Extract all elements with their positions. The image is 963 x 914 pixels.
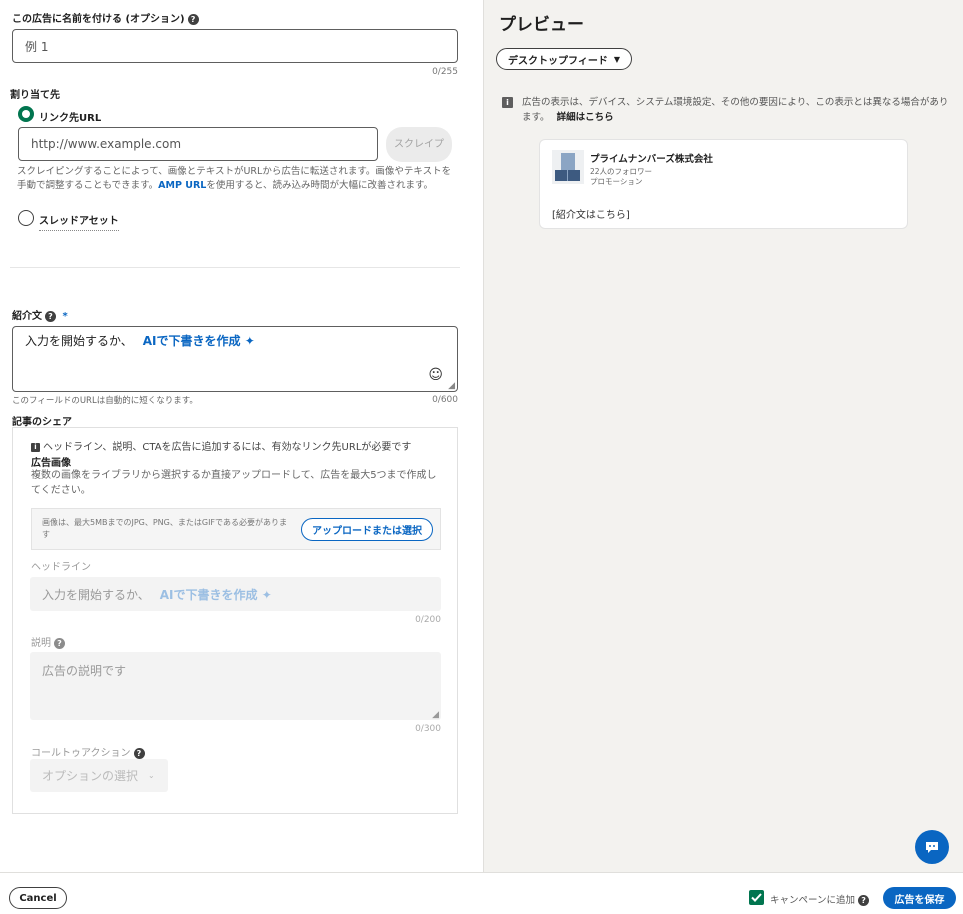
scrape-help-text: スクレイピングすることによって、画像とテキストがURLから広告に転送されます。画… [17,165,457,193]
intro-text-placeholder: [紹介文はこちら] [552,210,630,221]
cancel-button[interactable]: Cancel [9,887,67,909]
headline-label: ヘッドライン [31,562,91,573]
help-icon[interactable]: ? [54,637,65,649]
resize-handle-icon[interactable]: ◢ [432,710,439,720]
intro-placeholder: 入力を開始するか、 [25,334,133,348]
description-placeholder: 広告の説明です [42,664,127,678]
ad-name-label: この広告に名前を付ける (オプション)? [12,10,199,25]
feed-select[interactable]: デスクトップフィード ▼ [496,48,632,70]
help-icon[interactable]: ? [858,895,870,906]
ad-name-counter: 0/255 [432,67,458,77]
ad-images-help: 複数の画像をライブラリから選択するか直接アップロードして、広告を最大5つまで作成… [31,470,437,496]
required-mark: * [62,311,68,322]
destination-label: 割り当て先 [10,90,60,101]
article-share-info: i ヘッドライン、説明、CTAを広告に追加するには、有効なリンク先URLが必要です [31,438,411,453]
radio-thread-asset[interactable] [18,210,34,226]
scrape-help-part2: を使用すると、読み込み時間が大幅に改善されます。 [206,180,434,191]
upload-area: 画像は、最大5MBまでのJPG、PNG、またはGIFである必要があります アップ… [31,508,441,550]
headline-counter: 0/200 [415,615,441,625]
article-share-panel: i ヘッドライン、説明、CTAを広告に追加するには、有効なリンク先URLが必要です… [12,427,458,814]
description-label-text: 説明 [31,638,51,649]
cta-placeholder: オプションの選択 [42,769,139,783]
intro-counter: 0/600 [432,395,458,405]
company-name: プライムナンバーズ株式会社 [590,154,713,165]
headline-input[interactable]: 入力を開始するか、 AIで下書きを作成 ✦ [30,577,441,611]
scrape-button[interactable]: スクレイプ [386,127,452,162]
caret-down-icon: ▼ [613,54,620,64]
info-icon: i [31,442,40,452]
url-input[interactable]: http://www.example.com [18,127,378,161]
add-to-campaign-text: キャンペーンに追加 [770,895,856,906]
add-to-campaign-checkbox[interactable] [749,890,764,905]
description-counter: 0/300 [415,724,441,734]
emoji-icon[interactable]: ☺ [428,367,443,383]
ad-images-label: 広告画像 [31,458,71,469]
article-share-info-text: ヘッドライン、説明、CTAを広告に追加するには、有効なリンク先URLが必要です [43,442,412,453]
preview-title: プレビュー [499,15,584,35]
checkmark-icon [751,893,762,902]
thread-asset-option-label: スレッドアセット [39,212,119,231]
help-icon[interactable]: ? [187,13,199,25]
promoted-label: プロモーション [590,177,643,186]
help-icon[interactable]: ? [133,747,145,759]
save-ad-button[interactable]: 広告を保存 [883,887,956,909]
help-icon[interactable]: ? [45,310,56,322]
footer-bar: Cancel キャンペーンに追加? 広告を保存 [0,872,963,914]
intro-textarea[interactable]: 入力を開始するか、 AIで下書きを作成 ✦ ☺ ◢ [12,326,458,392]
resize-handle-icon[interactable]: ◢ [448,381,455,391]
ad-form: この広告に名前を付ける (オプション)? 例 1 0/255 割り当て先 リンク… [0,0,483,872]
link-url-option-label: リンク先URL [39,113,102,124]
description-label: 説明? [31,634,65,649]
campaign-ad-editor: この広告に名前を付ける (オプション)? 例 1 0/255 割り当て先 リンク… [0,0,963,914]
headline-placeholder: 入力を開始するか、 [42,587,150,602]
preview-pane: プレビュー デスクトップフィード ▼ i 広告の表示は、デバイス、システム環境設… [483,0,963,872]
chevron-down-icon: ⌄ [148,771,155,780]
upload-button[interactable]: アップロードまたは選択 [301,518,433,541]
amp-url-link[interactable]: AMP URL [158,180,206,191]
cta-label: コールトゥアクション? [31,744,145,759]
intro-help-text: このフィールドのURLは自動的に短くなります。 [12,396,198,406]
upload-help: 画像は、最大5MBまでのJPG、PNG、またはGIFである必要があります [42,518,287,539]
cta-label-text: コールトゥアクション [31,748,131,759]
ai-draft-link[interactable]: AIで下書きを作成 ✦ [143,332,255,349]
ad-name-label-text: この広告に名前を付ける (オプション) [12,14,185,25]
company-logo [552,150,584,184]
preview-notice: i 広告の表示は、デバイス、システム環境設定、その他の要因により、この表示とは異… [502,95,952,125]
article-share-label: 記事のシェア [12,417,72,428]
cta-select[interactable]: オプションの選択 ⌄ [30,759,168,792]
ad-preview-card: プライムナンバーズ株式会社 22人のフォロワー プロモーション [紹介文はこちら… [539,139,908,229]
url-placeholder: http://www.example.com [31,137,182,151]
chat-button[interactable] [915,830,949,864]
section-divider [10,267,460,268]
chat-icon [926,842,938,853]
feed-select-label: デスクトップフィード [508,55,608,67]
info-icon: i [502,97,513,108]
intro-label-text: 紹介文 [12,311,42,322]
ad-name-placeholder: 例 1 [25,39,49,54]
add-to-campaign-label: キャンペーンに追加? [770,892,870,906]
intro-label: 紹介文? * [12,307,68,322]
ad-name-input[interactable]: 例 1 [12,29,458,63]
radio-link-url[interactable] [18,106,34,122]
learn-more-link[interactable]: 詳細はこちら [557,112,614,123]
description-textarea[interactable]: 広告の説明です ◢ [30,652,441,720]
headline-ai-link[interactable]: AIで下書きを作成 ✦ [160,586,272,603]
